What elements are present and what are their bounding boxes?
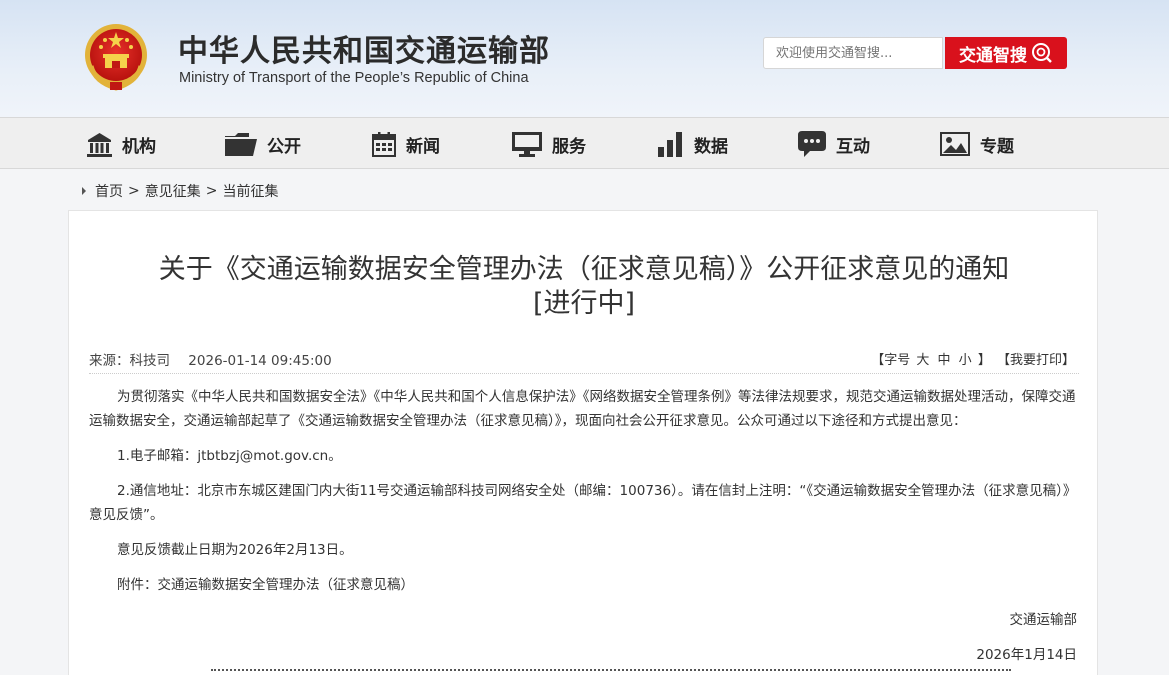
building-icon — [87, 132, 112, 157]
article-title: 关于《交通运输数据安全管理办法（征求意见稿）》公开征求意见的通知 [进行中] — [69, 253, 1099, 321]
nav-label: 数据 — [694, 136, 728, 157]
calendar-icon — [372, 131, 396, 157]
article-meta: 来源：科技司 2026-01-14 09:45:00 — [89, 349, 332, 369]
search-input[interactable] — [763, 37, 943, 69]
nav-item-interaction[interactable]: 互动 — [798, 118, 870, 170]
attachment-link[interactable]: 交通运输数据安全管理办法（征求意见稿） — [158, 577, 415, 593]
print-button[interactable]: 【我要打印】 — [997, 353, 1075, 368]
bar-chart-icon — [658, 131, 682, 157]
article-status: [进行中] — [532, 288, 636, 319]
search-button-label: 交通智搜 — [959, 45, 1027, 65]
folder-icon — [225, 133, 257, 156]
site-title[interactable]: 中华人民共和国交通运输部 — [178, 26, 550, 70]
chat-icon — [798, 131, 826, 157]
signature: 交通运输部 — [1009, 612, 1078, 628]
breadcrumb-arrow-icon — [82, 187, 86, 195]
search-icon — [1032, 43, 1052, 63]
attachment-prefix: 附件： — [117, 577, 158, 593]
breadcrumb: 首页 > 意见征集 > 当前征集 — [82, 181, 278, 201]
breadcrumb-home[interactable]: 首页 — [95, 181, 123, 201]
font-size-label: 【字号 — [871, 353, 911, 368]
nav-label: 服务 — [552, 136, 586, 157]
search-button[interactable]: 交通智搜 — [945, 37, 1067, 69]
main-nav: 机构 公开 新闻 服务 数据 互动 专题 — [0, 117, 1169, 169]
paragraph-email: 1.电子邮箱：jtbtbzj@mot.gov.cn。 — [89, 444, 1079, 468]
nav-item-data[interactable]: 数据 — [658, 118, 728, 170]
font-size-medium-button[interactable]: 中 — [938, 353, 951, 368]
font-size-small-button[interactable]: 小 — [959, 353, 972, 368]
monitor-icon — [512, 131, 542, 157]
breadcrumb-section[interactable]: 意见征集 — [145, 181, 201, 201]
font-size-close: 】 — [977, 353, 991, 368]
nav-item-public[interactable]: 公开 — [225, 118, 301, 170]
signature-date: 2026年1月14日 — [976, 647, 1077, 663]
national-emblem-icon[interactable] — [83, 22, 149, 92]
nav-item-services[interactable]: 服务 — [512, 118, 586, 170]
paragraph-intro: 为贯彻落实《中华人民共和国数据安全法》《中华人民共和国个人信息保护法》《网络数据… — [89, 389, 1076, 429]
nav-label: 公开 — [267, 136, 301, 157]
breadcrumb-separator: > — [128, 183, 140, 199]
breadcrumb-separator: > — [205, 183, 218, 199]
breadcrumb-current[interactable]: 当前征集 — [222, 181, 278, 201]
nav-label: 专题 — [980, 136, 1014, 157]
article-date: 2026-01-14 09:45:00 — [188, 353, 332, 369]
article-panel: 关于《交通运输数据安全管理办法（征求意见稿）》公开征求意见的通知 [进行中] 来… — [68, 210, 1098, 675]
picture-icon — [940, 132, 970, 156]
article-source: 来源：科技司 — [89, 353, 170, 369]
paragraph-deadline: 意见反馈截止日期为2026年2月13日。 — [117, 542, 353, 558]
nav-label: 新闻 — [406, 136, 440, 157]
paragraph-attachment: 附件：交通运输数据安全管理办法（征求意见稿） — [89, 573, 1079, 597]
site-header: 中华人民共和国交通运输部 Ministry of Transport of th… — [0, 0, 1169, 117]
nav-label: 机构 — [122, 136, 156, 157]
paragraph-mail: 2.通信地址：北京市东城区建国门内大街11号交通运输部科技司网络安全处（邮编：1… — [89, 483, 1077, 523]
divider — [89, 373, 1079, 374]
nav-item-institutions[interactable]: 机构 — [87, 118, 156, 170]
font-size-large-button[interactable]: 大 — [916, 353, 929, 368]
article-body: 为贯彻落实《中华人民共和国数据安全法》《中华人民共和国个人信息保护法》《网络数据… — [89, 385, 1079, 675]
nav-item-news[interactable]: 新闻 — [372, 118, 440, 170]
article-tools: 【字号 大 中 小 】 【我要打印】 — [871, 349, 1077, 368]
nav-item-topics[interactable]: 专题 — [940, 118, 1014, 170]
email-suffix: 。 — [328, 448, 342, 464]
site-subtitle: Ministry of Transport of the People’s Re… — [179, 70, 529, 86]
article-title-line: 关于《交通运输数据安全管理办法（征求意见稿）》公开征求意见的通知 — [158, 254, 1010, 285]
email-link[interactable]: jtbtbzj@mot.gov.cn — [197, 448, 328, 464]
nav-label: 互动 — [836, 136, 870, 157]
email-prefix: 1.电子邮箱： — [117, 448, 198, 464]
bottom-divider — [211, 669, 1011, 671]
